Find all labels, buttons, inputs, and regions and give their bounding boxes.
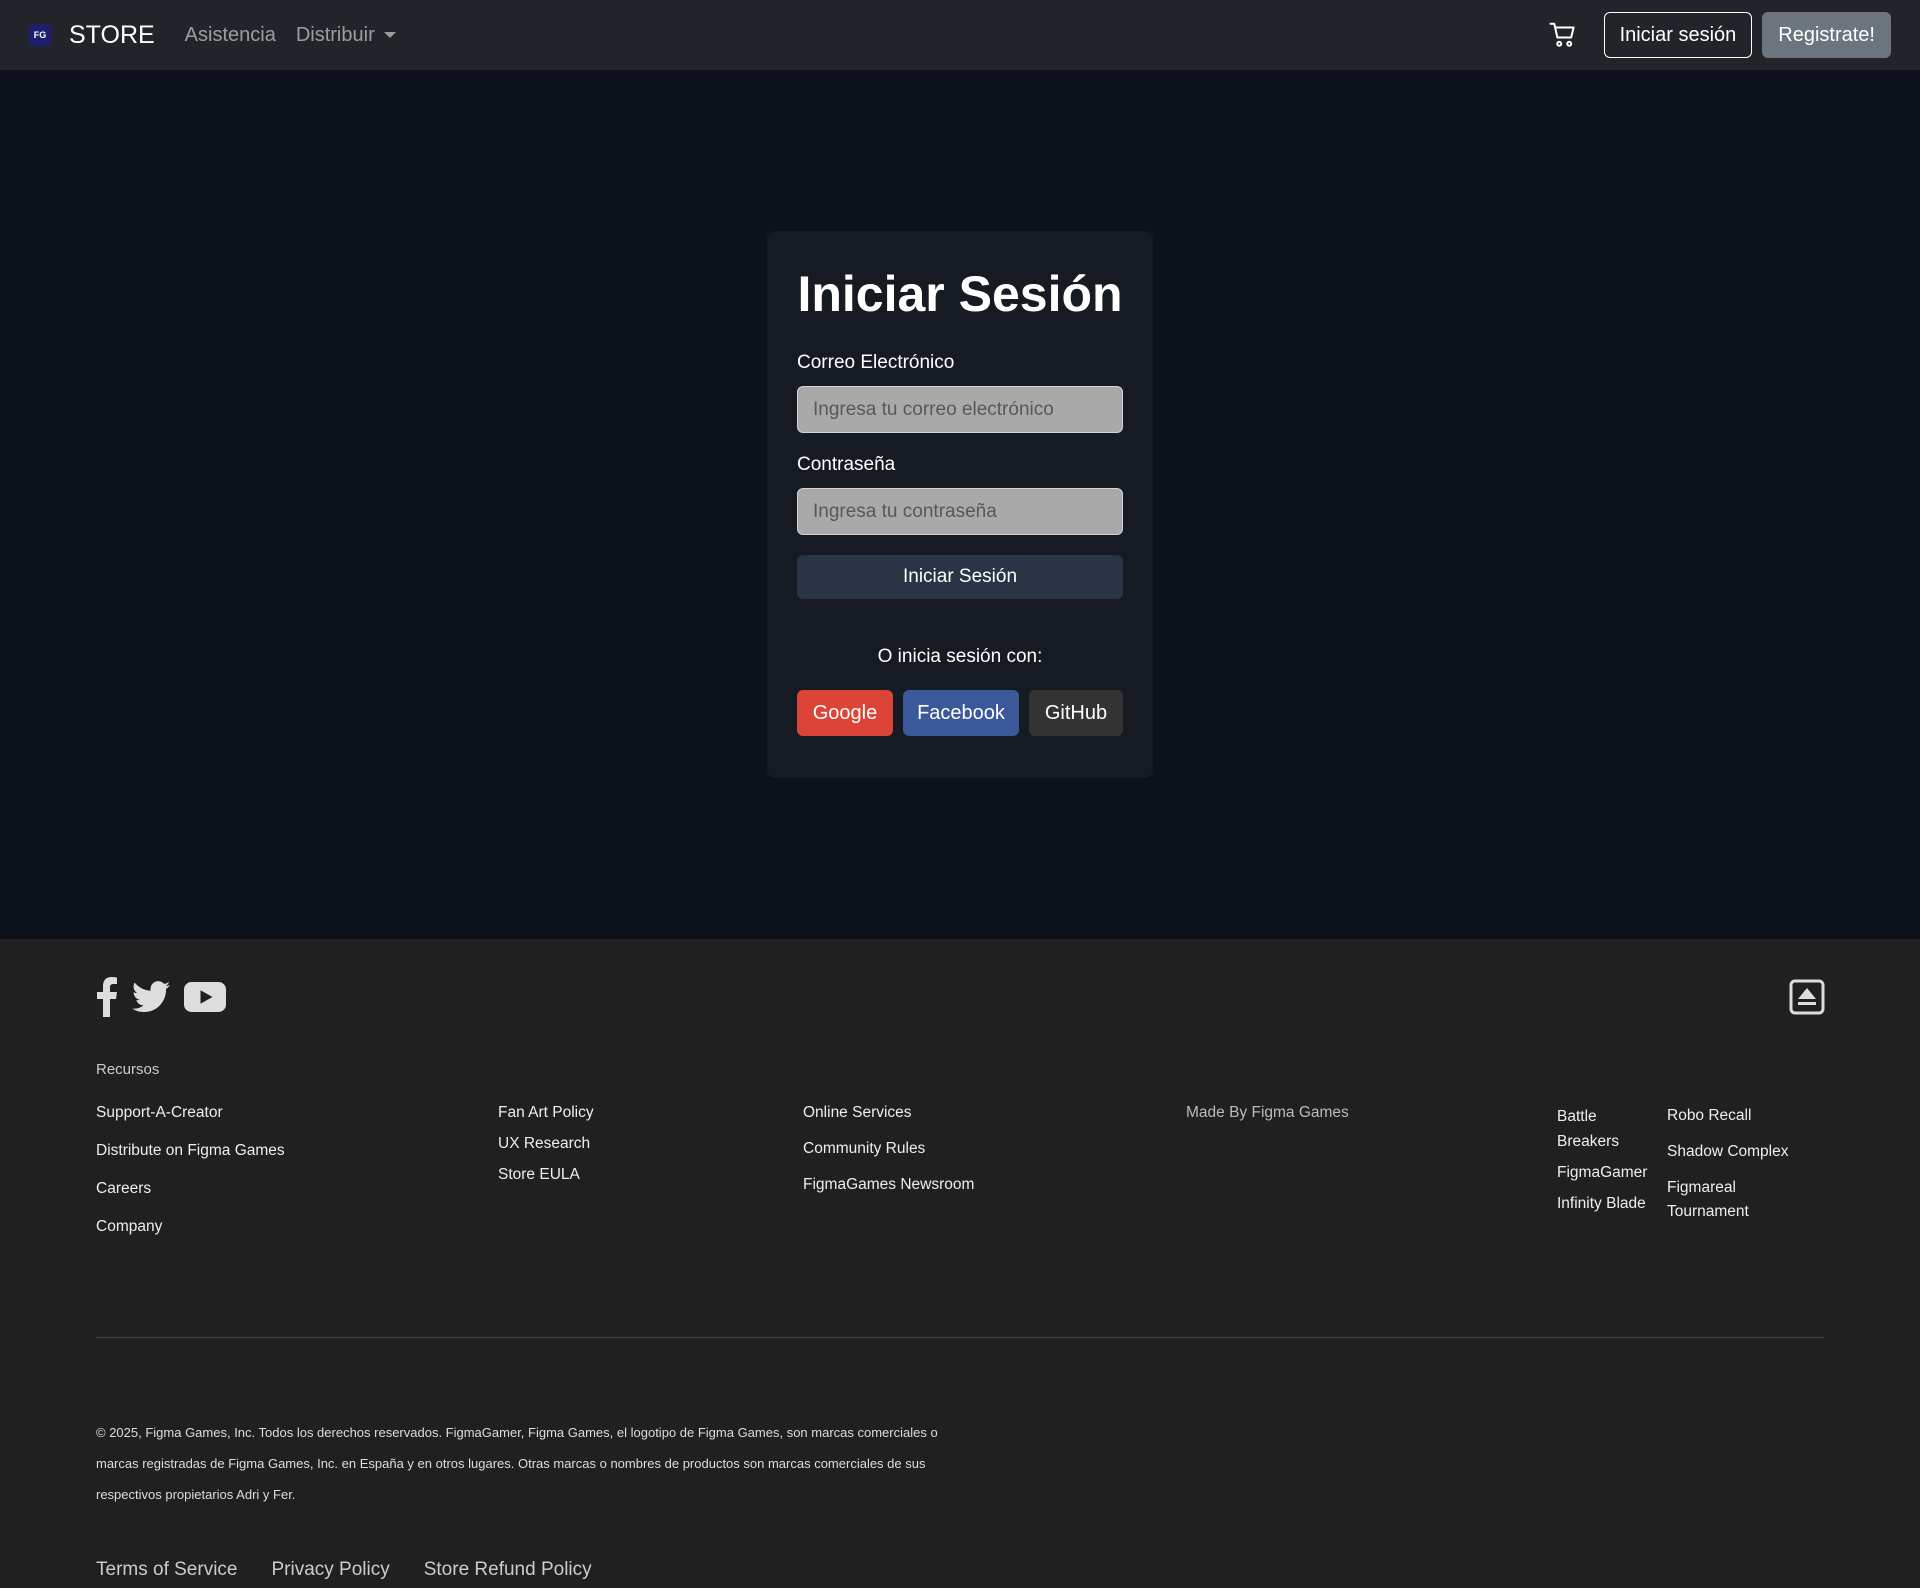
footer-game-link[interactable]: Battle Breakers — [1557, 1104, 1657, 1154]
footer-game-link[interactable]: Figmareal Tournament — [1667, 1176, 1807, 1224]
footer-link[interactable]: FigmaGames Newsroom — [803, 1176, 974, 1212]
privacy-policy-link[interactable]: Privacy Policy — [271, 1559, 389, 1581]
password-label: Contraseña — [797, 454, 896, 475]
footer-link[interactable]: UX Research — [498, 1135, 594, 1166]
footer-column-3: Online Services Community Rules FigmaGam… — [803, 1104, 974, 1212]
login-button[interactable]: Iniciar sesión — [1603, 12, 1753, 58]
brand-logo[interactable]: FG — [29, 24, 51, 46]
footer-game-link[interactable]: Infinity Blade — [1557, 1191, 1657, 1216]
navbar: FG STORE Asistencia Distribuir Iniciar s… — [0, 0, 1920, 70]
footer-games-column-1: Battle Breakers FigmaGamer Infinity Blad… — [1557, 1104, 1657, 1222]
footer-link[interactable]: Store EULA — [498, 1166, 594, 1197]
made-by-label: Made By Figma Games — [1186, 1104, 1349, 1121]
facebook-icon[interactable] — [96, 977, 118, 1017]
resources-heading: Recursos — [96, 1061, 160, 1078]
nav-actions: Iniciar sesión Registrate! — [1548, 12, 1891, 58]
footer-game-link[interactable]: Shadow Complex — [1667, 1140, 1807, 1164]
google-login-button[interactable]: Google — [797, 690, 893, 736]
nav-dropdown-label: Distribuir — [295, 23, 375, 46]
arrow-up-box-icon[interactable] — [1789, 979, 1825, 1015]
nav-dropdown-distribuir[interactable]: Distribuir — [296, 24, 396, 47]
submit-login-button[interactable]: Iniciar Sesión — [797, 555, 1123, 599]
copyright-text: © 2025, Figma Games, Inc. Todos los dere… — [96, 1425, 938, 1502]
footer-column-4: Made By Figma Games — [1186, 1104, 1349, 1122]
youtube-icon[interactable] — [184, 981, 226, 1013]
email-field[interactable] — [797, 386, 1123, 433]
store-refund-policy-link[interactable]: Store Refund Policy — [424, 1559, 592, 1581]
password-field[interactable] — [797, 488, 1123, 535]
legal-links: Terms of Service Privacy Policy Store Re… — [96, 1559, 592, 1581]
terms-of-service-link[interactable]: Terms of Service — [96, 1559, 237, 1581]
facebook-login-button[interactable]: Facebook — [903, 690, 1019, 736]
footer-column-1: Support-A-Creator Distribute on Figma Ga… — [96, 1104, 285, 1256]
footer-social-icons — [96, 977, 226, 1017]
footer-link[interactable]: Community Rules — [803, 1140, 974, 1176]
footer-column-2: Fan Art Policy UX Research Store EULA — [498, 1104, 594, 1197]
cart-icon[interactable] — [1548, 20, 1578, 50]
login-title: Iniciar Sesión — [797, 266, 1123, 322]
brand-name[interactable]: STORE — [69, 21, 155, 50]
twitter-icon[interactable] — [132, 981, 170, 1013]
caret-down-icon — [383, 32, 396, 38]
email-label: Correo Electrónico — [797, 352, 955, 373]
footer-link[interactable]: Support-A-Creator — [96, 1104, 285, 1142]
nav-link-asistencia[interactable]: Asistencia — [185, 24, 276, 47]
footer-games-column-2: Robo Recall Shadow Complex Figmareal Tou… — [1667, 1104, 1807, 1236]
footer-game-link[interactable]: Robo Recall — [1667, 1104, 1807, 1128]
footer-link[interactable]: Online Services — [803, 1104, 974, 1140]
footer-link[interactable]: Distribute on Figma Games — [96, 1142, 285, 1180]
register-button[interactable]: Registrate! — [1762, 12, 1891, 58]
login-card: Iniciar Sesión Correo Electrónico Contra… — [767, 231, 1153, 778]
footer: Recursos Support-A-Creator Distribute on… — [0, 939, 1920, 1588]
footer-game-link[interactable]: FigmaGamer — [1557, 1160, 1657, 1185]
footer-link[interactable]: Fan Art Policy — [498, 1104, 594, 1135]
footer-link[interactable]: Company — [96, 1218, 285, 1256]
footer-link[interactable]: Careers — [96, 1180, 285, 1218]
social-login-buttons: Google Facebook GitHub — [797, 690, 1123, 736]
footer-divider — [96, 1337, 1824, 1338]
social-login-prompt: O inicia sesión con: — [877, 646, 1043, 667]
github-login-button[interactable]: GitHub — [1029, 690, 1123, 736]
